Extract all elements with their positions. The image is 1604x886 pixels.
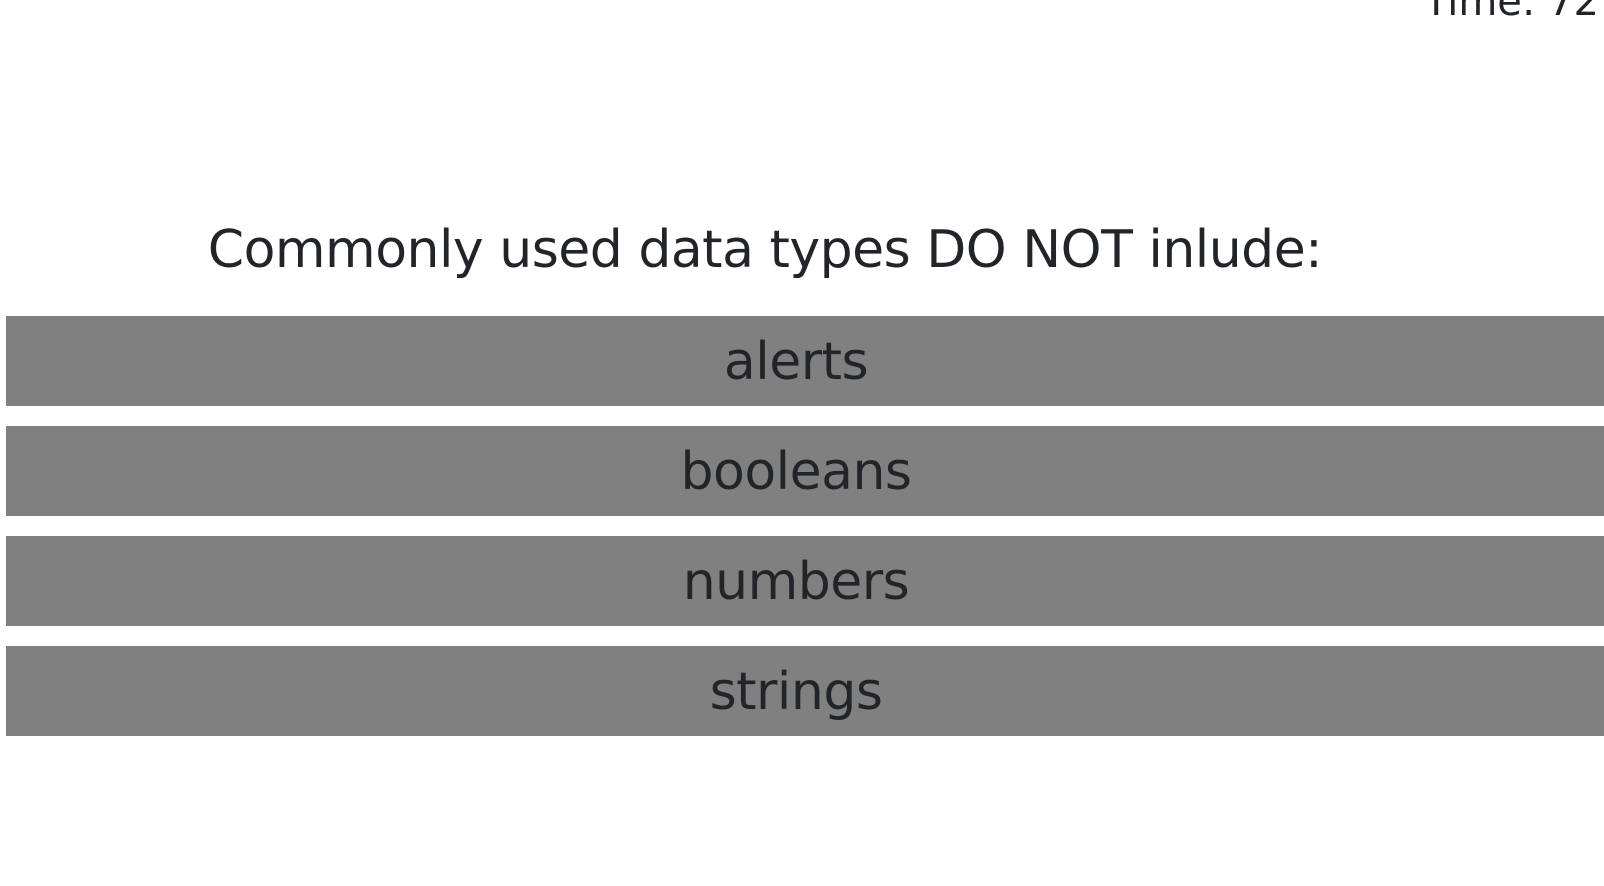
question-text: Commonly used data types DO NOT inlude: xyxy=(207,220,1323,280)
choice-label: alerts xyxy=(723,332,869,392)
choice-label: booleans xyxy=(680,442,913,502)
choice-button-booleans[interactable]: booleans xyxy=(6,426,1604,516)
choice-label: strings xyxy=(709,662,883,722)
choice-label: numbers xyxy=(682,552,910,612)
answer-choices: alerts booleans numbers strings xyxy=(6,316,1604,756)
choice-button-alerts[interactable]: alerts xyxy=(6,316,1604,406)
quiz-page: Time: 72 Commonly used data types DO NOT… xyxy=(0,0,1604,886)
choice-button-numbers[interactable]: numbers xyxy=(6,536,1604,626)
choice-button-strings[interactable]: strings xyxy=(6,646,1604,736)
timer-display: Time: 72 xyxy=(1424,0,1599,25)
